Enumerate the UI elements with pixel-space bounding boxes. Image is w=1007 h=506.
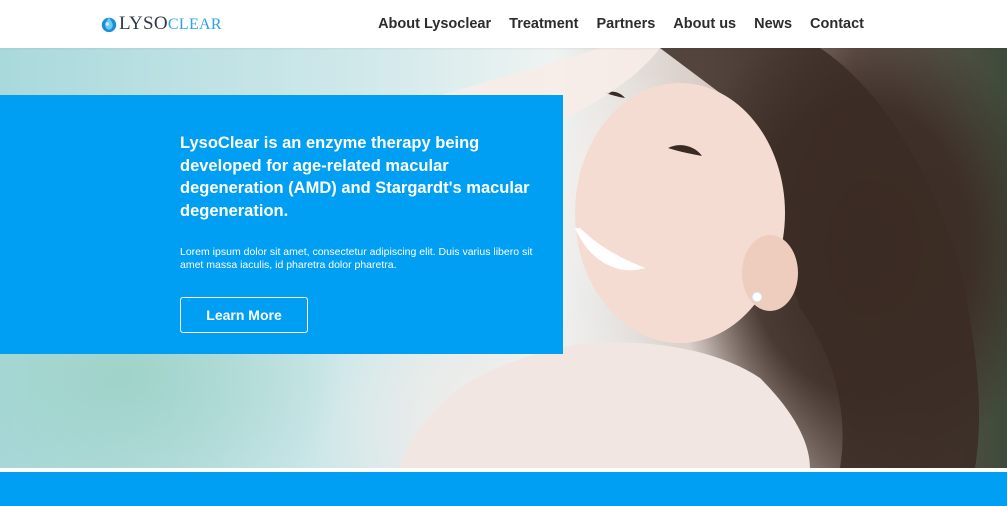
hero-body-text: Lorem ipsum dolor sit amet, consectetur … bbox=[180, 246, 533, 271]
logo-link[interactable]: LYSOCLEAR bbox=[100, 13, 222, 35]
hero-section: LysoClear is an enzyme therapy being dev… bbox=[0, 48, 1007, 468]
next-section-band bbox=[0, 472, 1007, 506]
nav-link-about-us[interactable]: About us bbox=[673, 15, 736, 33]
site-header: LYSOCLEAR About Lysoclear Treatment Part… bbox=[0, 0, 1007, 48]
learn-more-button[interactable]: Learn More bbox=[180, 297, 308, 333]
logo-wordmark: LYSOCLEAR bbox=[119, 12, 222, 36]
nav-link-about-lysoclear[interactable]: About Lysoclear bbox=[378, 15, 491, 33]
hero-headline: LysoClear is an enzyme therapy being dev… bbox=[180, 134, 530, 220]
logo-text-part-one: LYSO bbox=[119, 13, 168, 34]
nav-link-treatment[interactable]: Treatment bbox=[509, 15, 578, 33]
nav-link-partners[interactable]: Partners bbox=[596, 15, 655, 33]
hero-text-panel: LysoClear is an enzyme therapy being dev… bbox=[0, 95, 563, 354]
droplet-icon bbox=[101, 17, 117, 33]
nav-link-contact[interactable]: Contact bbox=[810, 15, 864, 33]
main-nav: About Lysoclear Treatment Partners About… bbox=[378, 15, 864, 33]
nav-link-news[interactable]: News bbox=[754, 15, 792, 33]
logo-text-part-two: CLEAR bbox=[167, 16, 222, 33]
